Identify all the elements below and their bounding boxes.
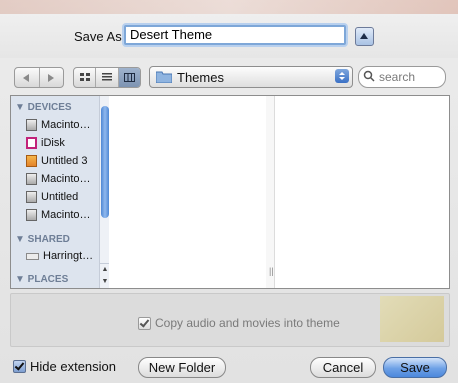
network-computer-icon	[26, 252, 39, 260]
column-resize-grip-icon[interactable]: ||	[269, 266, 274, 276]
icon-view-button[interactable]	[74, 68, 95, 87]
hard-drive-icon	[26, 119, 37, 131]
sidebar-item-label: iDisk	[41, 137, 65, 149]
column-resizer[interactable]	[266, 96, 275, 288]
search-field[interactable]	[358, 66, 446, 88]
copy-audio-checkbox[interactable]	[138, 316, 151, 330]
hard-drive-icon	[26, 191, 37, 203]
sidebar-header-places: ▼ PLACES	[15, 274, 69, 285]
location-label: Themes	[177, 70, 224, 85]
browser-column-2[interactable]	[275, 96, 449, 288]
sidebar-item-device[interactable]: Untitled	[26, 189, 78, 205]
grid-icon	[79, 73, 90, 81]
hard-drive-icon	[26, 173, 37, 185]
copy-audio-option[interactable]: Copy audio and movies into theme	[138, 316, 340, 330]
sidebar-header-shared: ▼ SHARED	[15, 234, 70, 245]
sidebar-item-label: Untitled	[41, 191, 79, 203]
document-icon	[26, 155, 37, 167]
sidebar-item-label: Macinto…	[41, 209, 91, 221]
sidebar-item-shared[interactable]: Harringt…	[26, 248, 93, 264]
triangle-up-icon	[360, 33, 368, 39]
file-browser: ▼ DEVICES Macinto… iDisk Untitled 3 Maci…	[10, 95, 450, 289]
sidebar-item-device[interactable]: Macinto…	[26, 117, 91, 133]
sidebar-item-label: Macinto…	[41, 119, 91, 131]
expand-dialog-button[interactable]	[355, 27, 374, 46]
list-icon	[101, 73, 112, 81]
back-forward-buttons	[14, 67, 64, 88]
background-blur	[380, 296, 444, 342]
sidebar-item-device[interactable]: Untitled 3	[26, 153, 87, 169]
browser-column-1[interactable]	[110, 96, 267, 288]
sidebar-scrollbar[interactable]: ▲ ▼	[99, 96, 109, 288]
background-blur	[0, 0, 458, 14]
columns-icon	[123, 73, 135, 82]
hard-drive-icon	[26, 209, 37, 221]
chevron-right-icon	[47, 73, 54, 82]
scroll-up-arrow-icon[interactable]: ▲	[100, 264, 109, 276]
list-view-button[interactable]	[95, 68, 117, 87]
hide-extension-checkbox[interactable]	[13, 360, 26, 373]
idisk-icon	[26, 137, 37, 149]
view-mode-selector	[73, 67, 141, 88]
back-button[interactable]	[15, 68, 39, 87]
sidebar-header-devices: ▼ DEVICES	[15, 102, 72, 113]
cancel-button[interactable]: Cancel	[310, 357, 376, 378]
sidebar-item-device[interactable]: Macinto…	[26, 207, 91, 223]
sidebar-item-label: Macinto…	[41, 173, 91, 185]
save-button[interactable]: Save	[383, 357, 447, 378]
updown-arrows-icon	[335, 69, 349, 83]
hide-extension-label: Hide extension	[30, 359, 116, 374]
copy-audio-label: Copy audio and movies into theme	[155, 316, 340, 330]
hide-extension-option[interactable]: Hide extension	[13, 359, 116, 374]
forward-button[interactable]	[38, 68, 64, 87]
location-popup[interactable]: Themes	[149, 66, 353, 88]
column-view-button[interactable]	[117, 68, 140, 87]
search-input[interactable]	[377, 69, 443, 85]
new-folder-button[interactable]: New Folder	[138, 357, 226, 378]
sidebar: ▼ DEVICES Macinto… iDisk Untitled 3 Maci…	[11, 96, 109, 288]
sidebar-scroll-arrows: ▲ ▼	[100, 263, 109, 288]
search-icon	[363, 70, 375, 82]
sidebar-item-device[interactable]: iDisk	[26, 135, 65, 151]
folder-icon	[156, 71, 172, 83]
save-as-label: Save As:	[74, 29, 126, 44]
filename-input[interactable]	[124, 25, 346, 45]
sidebar-item-label: Harringt…	[43, 250, 94, 262]
chevron-left-icon	[23, 73, 30, 82]
sidebar-item-device[interactable]: Macinto…	[26, 171, 91, 187]
sidebar-scroll-thumb[interactable]	[101, 106, 109, 218]
sidebar-item-label: Untitled 3	[41, 155, 88, 167]
save-dialog: Save As: Themes ▼ DEVICES Macinto…	[0, 0, 458, 383]
scroll-down-arrow-icon[interactable]: ▼	[100, 276, 109, 288]
